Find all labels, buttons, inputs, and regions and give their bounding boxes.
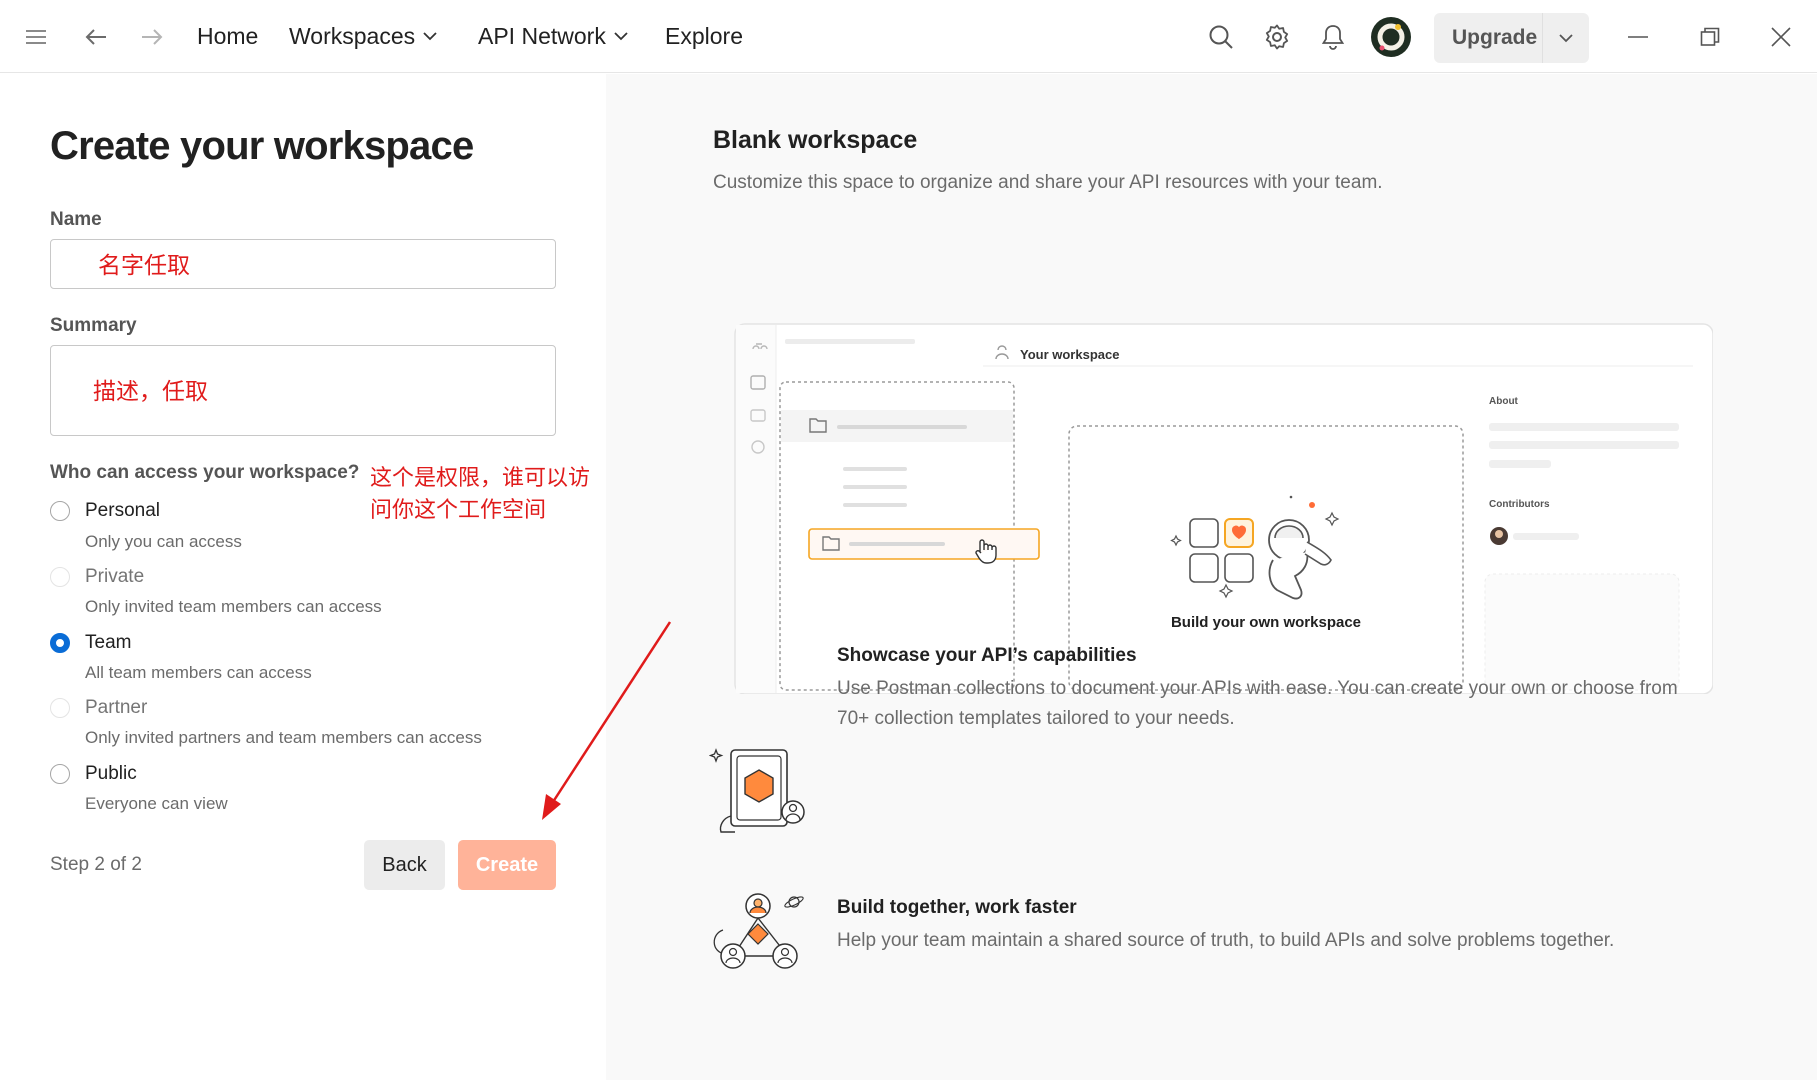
search-icon[interactable] bbox=[1202, 18, 1240, 56]
gear-icon[interactable] bbox=[1258, 18, 1296, 56]
nav-explore[interactable]: Explore bbox=[665, 0, 743, 73]
feature-title: Showcase your API’s capabilities bbox=[837, 645, 1137, 666]
radio-button[interactable] bbox=[50, 764, 70, 784]
mock-build-caption: Build your own workspace bbox=[1171, 614, 1361, 631]
back-button[interactable]: Back bbox=[364, 840, 445, 890]
chevron-down-icon bbox=[614, 32, 628, 41]
nav-workspaces-label: Workspaces bbox=[289, 23, 416, 49]
radio-label: Team bbox=[85, 632, 132, 653]
nav-home-label: Home bbox=[197, 23, 259, 49]
avatar[interactable] bbox=[1370, 16, 1412, 58]
radio-button[interactable] bbox=[50, 501, 70, 521]
summary-field[interactable]: 描述，任取 bbox=[50, 345, 556, 436]
feature-title: Build together, work faster bbox=[837, 897, 1077, 918]
radio-label: Partner bbox=[85, 697, 148, 718]
radio-partner[interactable]: Partner bbox=[50, 697, 147, 719]
radio-label: Public bbox=[85, 763, 137, 784]
radio-label: Personal bbox=[85, 500, 160, 521]
chevron-down-icon bbox=[423, 32, 437, 41]
feature-description: Use Postman collections to document your… bbox=[837, 678, 1678, 729]
step-indicator: Step 2 of 2 bbox=[50, 854, 142, 875]
nav-explore-label: Explore bbox=[665, 23, 743, 49]
upgrade-label: Upgrade bbox=[1452, 26, 1538, 49]
forward-arrow-icon[interactable] bbox=[133, 18, 171, 56]
workspace-illustration: Your workspace Build your own workspace bbox=[734, 323, 1713, 694]
name-field[interactable]: 名字任取 bbox=[50, 239, 556, 289]
restore-icon[interactable] bbox=[1691, 18, 1729, 56]
radio-private[interactable]: Private bbox=[50, 566, 144, 588]
top-bar: Home Workspaces API Network Explore Upgr… bbox=[0, 0, 1817, 73]
close-icon[interactable] bbox=[1762, 18, 1800, 56]
radio-description: Only invited partners and team members c… bbox=[85, 728, 482, 747]
nav-home[interactable]: Home bbox=[197, 0, 258, 73]
create-workspace-form: Create your workspace Name 名字任取 Summary … bbox=[0, 74, 606, 1080]
preview-subtitle: Customize this space to organize and sha… bbox=[713, 172, 1383, 193]
radio-label: Private bbox=[85, 566, 145, 587]
name-field-value: 名字任取 bbox=[98, 252, 190, 278]
upgrade-button[interactable]: Upgrade bbox=[1434, 13, 1589, 63]
mock-header: Your workspace bbox=[1020, 347, 1119, 362]
workspace-preview-panel: Blank workspace Customize this space to … bbox=[606, 74, 1817, 1080]
nav-workspaces[interactable]: Workspaces bbox=[289, 0, 437, 73]
chevron-down-icon[interactable] bbox=[1543, 33, 1589, 43]
showcase-icon bbox=[709, 748, 805, 833]
create-button[interactable]: Create bbox=[458, 840, 556, 890]
radio-personal[interactable]: Personal bbox=[50, 500, 160, 522]
minimize-icon[interactable] bbox=[1619, 18, 1657, 56]
back-arrow-icon[interactable] bbox=[77, 18, 115, 56]
nav-api-network[interactable]: API Network bbox=[478, 0, 628, 73]
feature-description: Help your team maintain a shared source … bbox=[837, 930, 1615, 951]
radio-description: All team members can access bbox=[85, 663, 312, 682]
radio-team[interactable]: Team bbox=[50, 632, 131, 654]
radio-description: Everyone can view bbox=[85, 794, 228, 813]
radio-description: Only you can access bbox=[85, 532, 242, 551]
collaboration-icon bbox=[713, 893, 804, 969]
nav-api-network-label: API Network bbox=[478, 23, 606, 49]
page-title: Create your workspace bbox=[50, 124, 474, 168]
radio-button[interactable] bbox=[50, 698, 70, 718]
preview-title: Blank workspace bbox=[713, 126, 918, 154]
summary-label: Summary bbox=[50, 315, 137, 336]
menu-icon[interactable] bbox=[17, 18, 55, 56]
radio-button[interactable] bbox=[50, 567, 70, 587]
mock-about: About bbox=[1489, 396, 1519, 407]
access-question: Who can access your workspace? bbox=[50, 462, 360, 483]
radio-description: Only invited team members can access bbox=[85, 597, 382, 616]
radio-button-checked[interactable] bbox=[50, 633, 70, 653]
radio-public[interactable]: Public bbox=[50, 763, 137, 785]
name-label: Name bbox=[50, 209, 102, 230]
mock-contributors: Contributors bbox=[1489, 499, 1550, 510]
bell-icon[interactable] bbox=[1314, 18, 1352, 56]
access-annotation: 这个是权限，谁可以访问你这个工作空间 bbox=[370, 465, 591, 522]
summary-field-value: 描述，任取 bbox=[93, 378, 208, 404]
